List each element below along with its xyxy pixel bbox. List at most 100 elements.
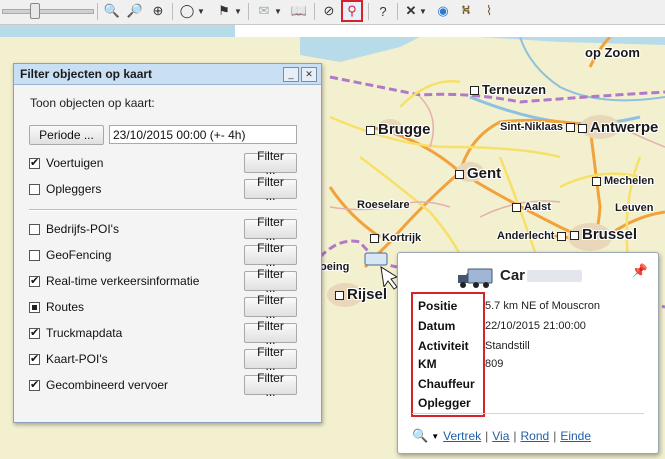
- link-separator: |: [513, 429, 517, 443]
- field-value: Standstill: [485, 340, 530, 352]
- zoom-fit-icon[interactable]: ⊕: [149, 2, 167, 20]
- dialog-divider: [29, 209, 297, 211]
- checkbox[interactable]: [29, 301, 40, 313]
- help-icon[interactable]: ?: [374, 2, 392, 20]
- toolbar: 🔍 🔎 ⊕ ◯ ▼ ⚑ ▼ ✉ ▼ 📖 ⊘ ⚲ ? ✕ ▼ ◉ ⛕ ⌇: [0, 0, 665, 25]
- map-city-label: Brussel: [570, 226, 637, 243]
- filter-button[interactable]: Filter ...: [244, 267, 297, 295]
- map-city-label: Terneuzen: [470, 82, 546, 97]
- via-link[interactable]: Via: [492, 429, 509, 443]
- checkbox[interactable]: [29, 223, 40, 235]
- vehicle-name: Car: [500, 267, 583, 284]
- field-value: 5.7 km NE of Mouscron: [485, 300, 600, 312]
- dialog-title-bar[interactable]: Filter objecten op kaart: [14, 64, 321, 85]
- filter-row-bedrijfs-poi[interactable]: Bedrijfs-POI's: [29, 219, 119, 239]
- filter-button[interactable]: Filter ...: [244, 241, 297, 269]
- chevron-down-icon[interactable]: ▼: [431, 432, 439, 441]
- map-city-label: Anderlecht: [497, 230, 569, 242]
- chevron-down-icon[interactable]: ▼: [419, 2, 427, 20]
- zoom-slider[interactable]: [2, 9, 94, 14]
- period-field[interactable]: 23/10/2015 00:00 (+- 4h): [109, 125, 297, 144]
- field-label: Datum: [418, 319, 456, 333]
- pin-icon[interactable]: 📌: [632, 263, 648, 279]
- checkbox[interactable]: [29, 274, 40, 287]
- road-icon[interactable]: ⛕: [457, 2, 475, 20]
- filter-row-kaart-poi[interactable]: Kaart-POI's: [29, 349, 108, 369]
- toolbar-separator: [314, 3, 315, 20]
- toolbar-separator: [97, 3, 98, 20]
- field-value: 22/10/2015 21:00:00: [485, 320, 586, 332]
- checkbox[interactable]: [29, 156, 40, 169]
- dialog-subtitle: Toon objecten op kaart:: [30, 96, 155, 110]
- map-city-label: Brugge: [366, 121, 431, 138]
- close-button[interactable]: ✕: [301, 67, 317, 82]
- envelope-icon[interactable]: ✉: [255, 2, 273, 20]
- field-label: Positie: [418, 299, 458, 313]
- redacted-text: [527, 270, 583, 283]
- chevron-down-icon[interactable]: ▼: [274, 2, 282, 20]
- map-water-strip: [0, 25, 235, 37]
- map-city-label: Leuven: [615, 202, 654, 214]
- map-city-label: Antwerpe: [578, 119, 658, 136]
- broom-icon[interactable]: ⌇: [480, 2, 498, 20]
- field-label: KM: [418, 357, 437, 371]
- einde-link[interactable]: Einde: [560, 429, 591, 443]
- map-city-label: Aalst: [512, 201, 551, 213]
- zoom-slider-thumb[interactable]: [30, 3, 40, 19]
- filter-button[interactable]: Filter ...: [244, 149, 297, 177]
- filter-button[interactable]: Filter ...: [244, 215, 297, 243]
- map-city-label: Rijsel: [335, 286, 387, 303]
- field-value: 809: [485, 358, 504, 370]
- filter-row-truckmapdata[interactable]: Truckmapdata: [29, 323, 122, 343]
- filter-button[interactable]: Filter ...: [244, 175, 297, 203]
- close-icon[interactable]: ✕: [402, 2, 420, 20]
- chevron-down-icon[interactable]: ▼: [197, 2, 205, 20]
- filter-icon[interactable]: ⚲: [341, 0, 363, 22]
- checkbox[interactable]: [29, 249, 40, 261]
- toolbar-separator: [248, 3, 249, 20]
- map-city-label: Sint-Niklaas: [500, 121, 578, 133]
- checkbox[interactable]: [29, 352, 40, 365]
- popup-divider: [412, 413, 644, 414]
- filter-button[interactable]: Filter ...: [244, 345, 297, 373]
- link-separator: |: [485, 429, 489, 443]
- zoom-in-icon[interactable]: 🔍: [103, 2, 121, 20]
- truck-icon: [458, 268, 493, 288]
- zoom-search-icon[interactable]: 🔍: [412, 428, 428, 444]
- checkered-flag-icon[interactable]: ⚑: [215, 2, 233, 20]
- filter-button[interactable]: Filter ...: [244, 293, 297, 321]
- compass-icon[interactable]: ⊘: [320, 2, 338, 20]
- dialog-title: Filter objecten op kaart: [20, 67, 153, 81]
- map-city-label: Roeselare: [357, 199, 410, 211]
- map-city-label: op Zoom: [585, 45, 640, 60]
- book-icon[interactable]: 📖: [290, 2, 308, 20]
- checkbox[interactable]: [29, 326, 40, 339]
- filter-row-geofencing[interactable]: GeoFencing: [29, 245, 111, 265]
- map-city-label: oeing: [320, 261, 350, 273]
- map-city-label: Mechelen: [592, 175, 654, 187]
- checkbox[interactable]: [29, 378, 40, 391]
- field-label: Chauffeur: [418, 377, 475, 391]
- filter-row-verkeersinformatie[interactable]: Real-time verkeersinformatie: [29, 271, 199, 291]
- filter-row-gecombineerd-vervoer[interactable]: Gecombineerd vervoer: [29, 375, 168, 395]
- route-links: 🔍 ▼ Vertrek | Via | Rond | Einde: [412, 428, 595, 444]
- filter-button[interactable]: Filter ...: [244, 319, 297, 347]
- filter-row-routes[interactable]: Routes: [29, 297, 84, 317]
- zoom-out-icon[interactable]: 🔎: [126, 2, 144, 20]
- checkbox[interactable]: [29, 183, 40, 195]
- field-label: Oplegger: [418, 396, 471, 410]
- chevron-down-icon[interactable]: ▼: [234, 2, 242, 20]
- link-separator: |: [553, 429, 557, 443]
- water-drop-icon[interactable]: ◉: [434, 2, 452, 20]
- rond-link[interactable]: Rond: [521, 429, 550, 443]
- period-button[interactable]: Periode ...: [29, 125, 104, 145]
- minimize-button[interactable]: _: [283, 67, 299, 82]
- filter-button[interactable]: Filter ...: [244, 371, 297, 399]
- map-city-label: Gent: [455, 165, 501, 182]
- lasso-icon[interactable]: ◯: [178, 2, 196, 20]
- filter-row-voertuigen[interactable]: Voertuigen: [29, 153, 103, 173]
- filter-dialog: Filter objecten op kaart _ ✕ Toon object…: [13, 63, 322, 423]
- filter-row-opleggers[interactable]: Opleggers: [29, 179, 101, 199]
- toolbar-separator: [368, 3, 369, 20]
- vertrek-link[interactable]: Vertrek: [443, 429, 481, 443]
